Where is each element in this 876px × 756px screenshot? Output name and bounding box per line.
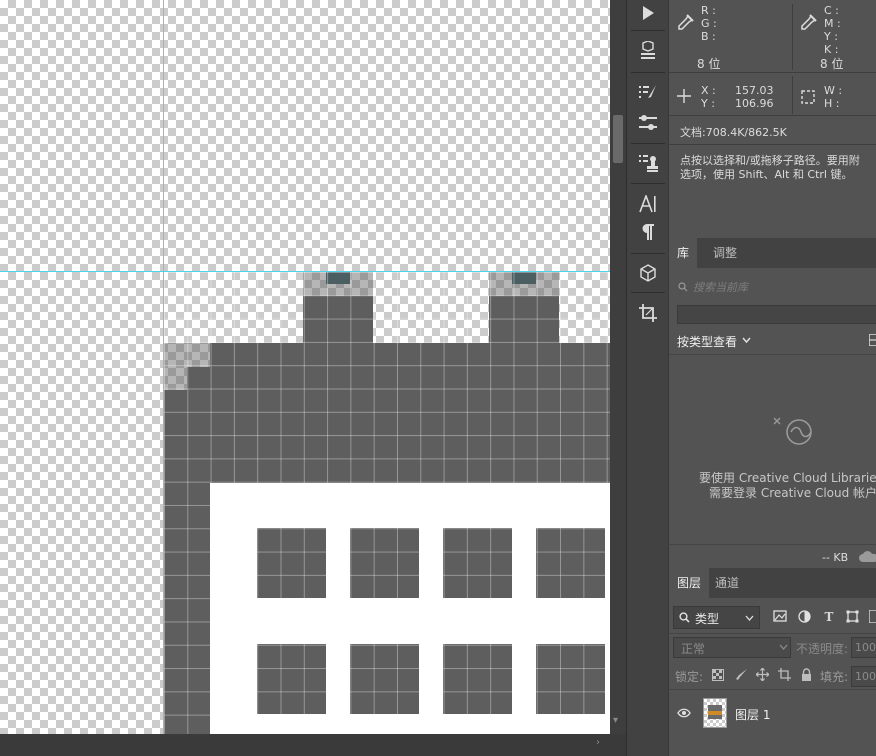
c-label: C : (824, 4, 839, 17)
scroll-right-arrow[interactable]: › (596, 737, 600, 748)
libraries-tabs: 库 调整 (669, 238, 876, 268)
layers-tabs: 图层 通道 (669, 568, 876, 598)
libraries-panel: 库 调整 搜索当前库 按类型查看 要使用 Creative Cloud Libr… (668, 238, 876, 568)
x-value: 157.03 (735, 84, 774, 97)
calendar-cell (443, 528, 512, 598)
calendar-cell (443, 644, 512, 714)
b-label: B : (701, 30, 716, 43)
calendar-header (210, 343, 610, 367)
panel-dock-toolbar (626, 0, 669, 756)
type-layer-filter-icon[interactable]: T (822, 610, 836, 624)
w-label: W : (824, 84, 843, 97)
document-canvas[interactable] (0, 0, 610, 734)
layer-row[interactable]: 图层 1 (669, 696, 876, 730)
tab-channels[interactable]: 通道 (707, 568, 747, 598)
lock-brush-icon[interactable] (735, 668, 748, 681)
pixel-block (512, 272, 536, 284)
search-icon (679, 612, 690, 623)
eyedropper-icon (801, 14, 817, 30)
hint-text-line2: 选项，使用 Shift、Alt 和 Ctrl 键。 (680, 168, 853, 181)
lock-artboard-icon[interactable] (778, 668, 791, 681)
layer-filter-label: 类型 (695, 612, 720, 626)
chevron-down-icon[interactable] (779, 644, 788, 650)
vertical-guide[interactable] (163, 0, 164, 734)
opacity-label: 不透明度: (796, 642, 849, 656)
pixel-block (187, 343, 210, 367)
y-value: 106.96 (735, 97, 774, 110)
tab-layers[interactable]: 图层 (669, 568, 710, 598)
lock-position-icon[interactable] (756, 668, 769, 681)
pixel-block (164, 343, 187, 390)
list-view-icon[interactable] (869, 334, 876, 346)
calendar-header (164, 390, 187, 483)
chevron-down-icon[interactable] (742, 337, 751, 344)
scroll-down-arrow[interactable]: ▾ (613, 715, 618, 726)
calendar-cell (257, 528, 326, 598)
blend-mode-value: 正常 (681, 642, 706, 656)
tab-libraries[interactable]: 库 (669, 238, 698, 268)
bit-depth-1: 8 位 (697, 57, 721, 71)
brush-presets-icon[interactable] (635, 80, 661, 106)
m-label: M : (824, 17, 841, 30)
layer-name[interactable]: 图层 1 (735, 706, 770, 723)
selection-size-icon (801, 90, 815, 104)
calendar-ring-left (303, 296, 373, 343)
login-message-line2: 需要登录 Creative Cloud 帐户。 (709, 486, 876, 500)
calendar-left-edge (164, 483, 210, 734)
smart-object-filter-icon[interactable] (869, 610, 876, 623)
y-label-coord: Y : (701, 97, 715, 110)
calendar-cell (536, 644, 605, 714)
library-size: -- KB (822, 551, 849, 564)
calendar-header (187, 367, 610, 483)
paragraph-icon[interactable] (635, 219, 661, 245)
pixel-layer-filter-icon[interactable] (773, 610, 787, 622)
h-label: H : (824, 97, 840, 110)
creative-cloud-icon (773, 417, 812, 445)
eyedropper-icon (678, 14, 694, 30)
info-panel: R : G : B : 8 位 C : M : Y : K : 8 位 X : … (668, 0, 876, 238)
view-by-type[interactable]: 按类型查看 (677, 333, 737, 350)
shape-layer-filter-icon[interactable] (846, 610, 859, 623)
vertical-scrollbar[interactable]: ▾ (610, 0, 626, 734)
character-panel-icon[interactable] (635, 191, 661, 217)
horizontal-guide[interactable] (0, 271, 610, 272)
calendar-cell (350, 644, 419, 714)
r-label: R : (701, 4, 716, 17)
3d-cube-icon[interactable] (635, 260, 661, 286)
calendar-ring-right (489, 296, 559, 343)
adjustment-layer-filter-icon[interactable] (798, 610, 811, 623)
brush-settings-icon[interactable] (635, 110, 661, 136)
crosshair-icon (677, 89, 691, 103)
horizontal-scrollbar[interactable]: › (0, 734, 626, 756)
calendar-cell (350, 528, 419, 598)
lock-transparent-icon[interactable] (712, 669, 724, 681)
document-size: 文档:708.4K/862.5K (680, 126, 787, 139)
library-dropdown[interactable] (677, 305, 876, 324)
fill-label: 填充: (820, 670, 849, 684)
y-label: Y : (824, 30, 838, 43)
opacity-value: 100 (855, 641, 876, 654)
clone-source-icon[interactable] (635, 150, 661, 176)
library-search-input[interactable]: 搜索当前库 (693, 279, 748, 295)
eye-visibility-icon[interactable] (677, 708, 691, 718)
fill-value: 100 (855, 670, 876, 683)
crop-icon[interactable] (635, 300, 661, 326)
calendar-cell (257, 644, 326, 714)
tab-adjustments[interactable]: 调整 (705, 238, 745, 268)
calendar-cell (536, 528, 605, 598)
x-label: X : (701, 84, 716, 97)
search-icon (678, 282, 688, 292)
layers-panel: 图层 通道 类型 T 正常 不透明度: 100 锁定: 填充: 100 图层 1 (668, 568, 876, 756)
3d-layers-icon[interactable] (635, 38, 661, 64)
layer-thumbnail (703, 698, 727, 728)
g-label: G : (701, 17, 717, 30)
lock-all-icon[interactable] (801, 668, 812, 681)
chevron-down-icon[interactable] (745, 615, 754, 621)
scrollbar-thumb[interactable] (613, 115, 623, 163)
cloud-sync-icon (859, 551, 876, 562)
pixel-block (326, 272, 350, 284)
bit-depth-2: 8 位 (820, 57, 844, 71)
lock-label: 锁定: (675, 670, 704, 684)
play-icon[interactable] (635, 0, 661, 26)
